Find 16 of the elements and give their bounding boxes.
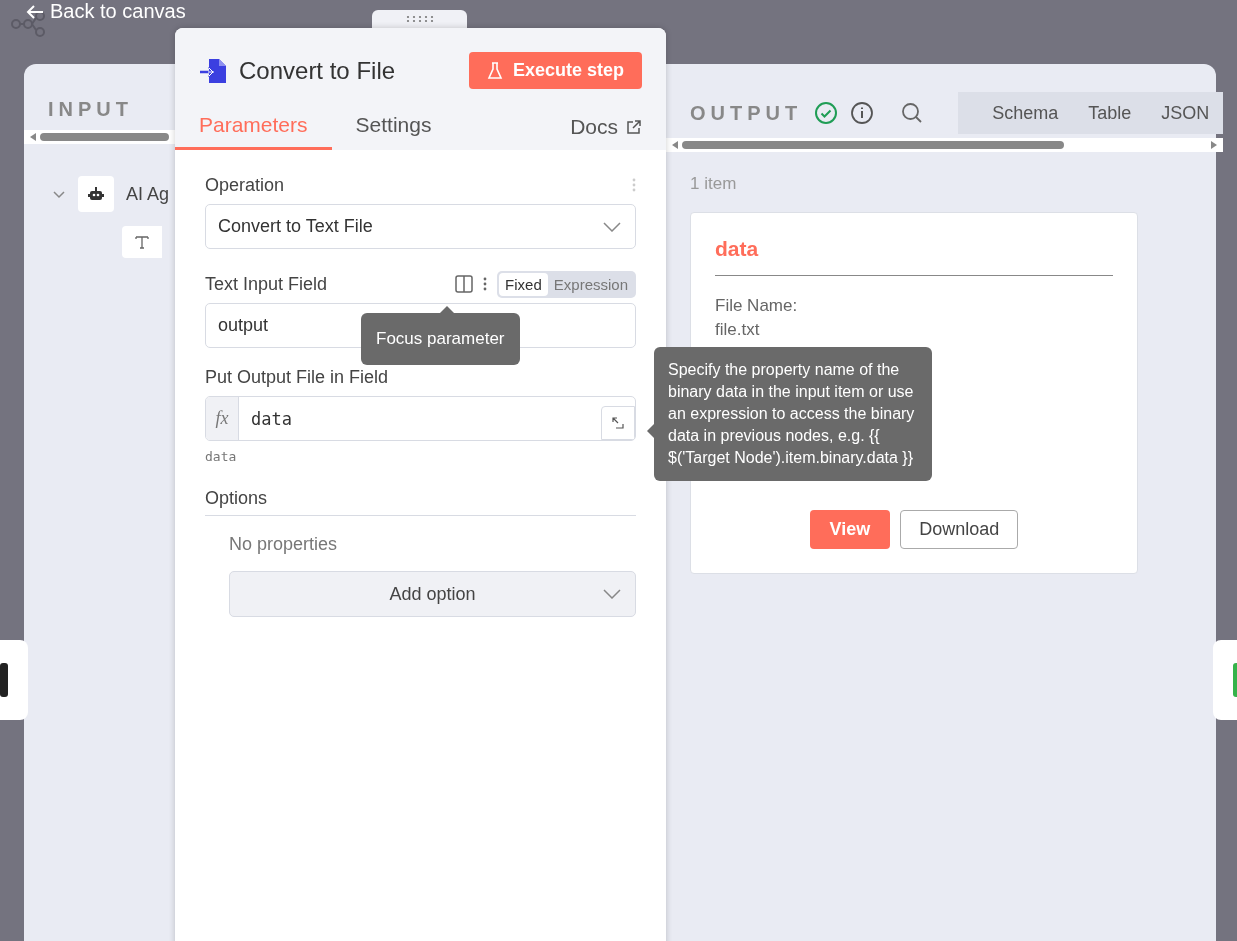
tooltip: Specify the property name of the binary data in the input item or use an expression to access the binary data in previous nodes, e.g. {{ $('Target Node').item.binary.data }} — [654, 347, 932, 481]
fx-icon: fx — [206, 397, 239, 440]
field-label: Text Input Field — [205, 273, 328, 295]
binary-title: data — [715, 237, 760, 261]
input-title: INPUT — [48, 97, 133, 121]
node-title: Convert to File — [239, 56, 397, 85]
field-label: File Name: — [715, 295, 799, 317]
item-count: 1 item — [689, 173, 738, 194]
field-value: file.txt — [715, 319, 761, 341]
output-title: OUTPUT — [690, 101, 803, 125]
field-hint: data — [205, 449, 238, 464]
empty-state-text: No properties — [228, 534, 339, 555]
tooltip: Focus parameter — [361, 313, 520, 365]
section-title: Options — [205, 488, 269, 509]
field-label: Put Output File in Field — [205, 366, 389, 388]
field-label: Operation — [205, 174, 285, 196]
